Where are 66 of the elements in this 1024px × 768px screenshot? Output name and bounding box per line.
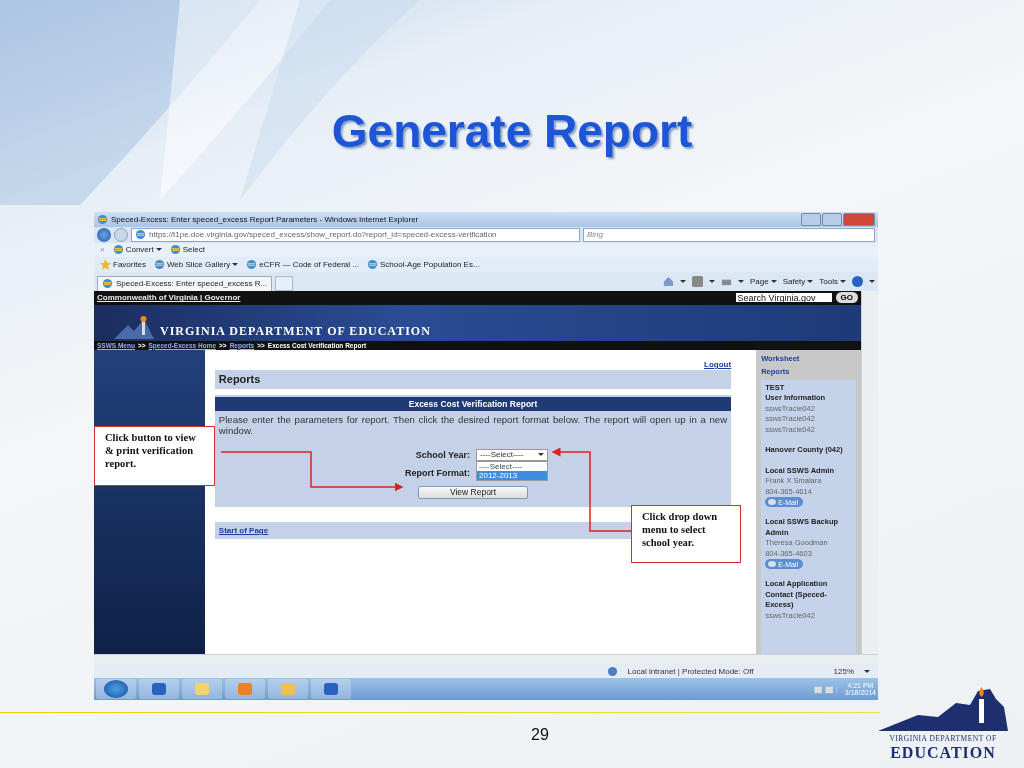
vertical-scrollbar[interactable] <box>861 290 878 655</box>
caret-icon <box>737 280 744 284</box>
new-tab-button[interactable] <box>275 275 294 291</box>
toolbar-item-icon <box>112 244 124 256</box>
close-button[interactable] <box>843 213 875 226</box>
callout-box: Click drop down menu to select school year. <box>631 505 741 563</box>
toolbar-item-icon <box>246 258 258 270</box>
caret-icon <box>869 280 875 284</box>
caret-icon <box>807 280 814 284</box>
callout-box: Click button to view & print verification report. <box>94 426 215 486</box>
view-report-button[interactable]: View Report <box>418 485 528 499</box>
command-menu[interactable]: Page <box>749 277 777 287</box>
top-links[interactable]: Commonwealth of Virginia | Governor <box>97 293 241 303</box>
toolbar-item-icon <box>366 258 378 270</box>
site-icon <box>135 229 146 241</box>
star-icon <box>100 258 111 270</box>
start-button[interactable] <box>104 680 128 698</box>
page-number: 29 <box>531 726 549 744</box>
dropdown-option[interactable]: ----Select---- <box>477 461 547 471</box>
logout-link[interactable]: Logout <box>704 359 732 369</box>
toolbar-menu[interactable]: Convert <box>112 244 162 256</box>
favorites-button[interactable]: Favorites <box>100 258 146 270</box>
caret-icon <box>770 280 777 284</box>
toolbar-link[interactable]: School-Age Population Es... <box>366 258 480 270</box>
forward-button[interactable] <box>114 227 128 242</box>
caret-icon <box>840 280 846 284</box>
horizontal-scrollbar[interactable] <box>94 654 878 665</box>
field-label: Report Format: <box>404 467 470 478</box>
caret-icon <box>155 248 162 252</box>
caret-icon <box>708 280 715 284</box>
toolbar-menu[interactable]: Web Slice Gallery <box>153 258 239 270</box>
command-menu[interactable]: Tools <box>819 277 846 287</box>
field-label: School Year: <box>414 449 470 460</box>
school-year-dropdown[interactable]: ----Select---- <box>476 448 548 461</box>
site-search-field[interactable]: Search Virginia.gov <box>735 293 832 303</box>
search-field[interactable]: Bing <box>583 227 875 242</box>
logo-text: EDUCATION <box>890 744 996 762</box>
banner-title: VIRGINIA DEPARTMENT OF EDUCATION <box>160 323 431 339</box>
slide-title: Generate Report <box>331 104 693 158</box>
section-title: Reports <box>214 369 732 389</box>
maximize-button[interactable] <box>822 213 842 226</box>
start-of-page-link[interactable]: Start of Page <box>218 525 269 535</box>
browser-tab[interactable]: Speced-Excess: Enter speced_excess R... <box>97 275 273 291</box>
toolbar-link[interactable]: Select <box>169 244 205 256</box>
toolbar-link[interactable]: eCFR — Code of Federal ... <box>246 258 359 270</box>
state-map-logo-icon <box>878 685 1008 733</box>
back-button[interactable] <box>97 227 111 242</box>
intranet-icon <box>606 665 618 677</box>
tab-icon <box>102 278 113 290</box>
command-menu[interactable]: Safety <box>782 277 814 287</box>
go-button[interactable]: GO <box>835 292 858 304</box>
address-field[interactable]: https://t1pe.doe.virginia.gov/speced_excess/show_report.do?report_id=speced-excess-verification <box>131 227 580 242</box>
security-zone: Local intranet | Protected Mode: Off <box>627 666 754 676</box>
caret-icon <box>864 669 870 673</box>
form-header: Excess Cost Verification Report <box>214 396 732 411</box>
window-title: Speced-Excess: Enter speced_excess Report Parameters - Windows Internet Explorer <box>111 215 419 224</box>
caret-icon <box>679 280 686 284</box>
home-icon[interactable] <box>662 276 674 288</box>
dropdown-caret-icon <box>538 453 544 457</box>
browser-icon <box>97 214 108 225</box>
minimize-button[interactable] <box>801 213 821 226</box>
caret-icon <box>232 262 239 266</box>
instructions-text: Please enter the parameters for report. Then click the desired report format below. The report will open up in a new window. <box>217 412 729 438</box>
toolbar-item-icon <box>153 258 165 270</box>
toolbar-item-icon <box>169 244 181 256</box>
zoom-level[interactable]: 125% <box>833 666 854 676</box>
